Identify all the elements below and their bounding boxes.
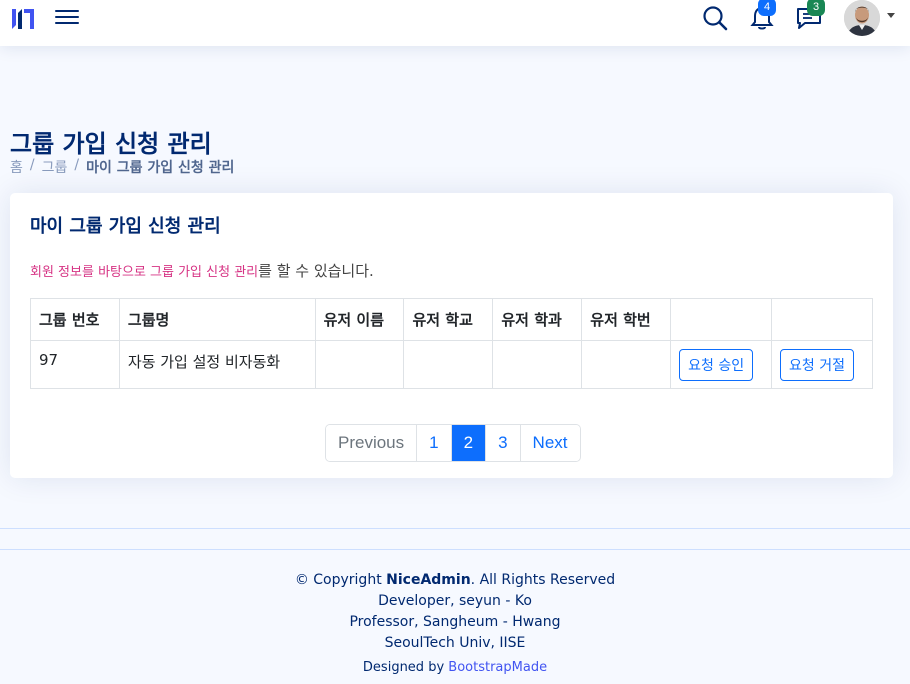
notifications-button[interactable]: 4	[748, 0, 776, 32]
cell-group-name: 자동 가입 설정 비자동화	[118, 340, 316, 389]
column-header-user-school: 유저 학교	[403, 298, 494, 341]
avatar[interactable]	[844, 0, 880, 36]
breadcrumb-home[interactable]: 홈	[10, 157, 23, 177]
menu-toggle-icon[interactable]	[55, 6, 79, 28]
bootstrapmade-link[interactable]: BootstrapMade	[448, 660, 547, 675]
breadcrumb: 홈 / 그룹 / 마이 그룹 가입 신청 관리	[10, 157, 234, 177]
cell-user-id	[581, 340, 672, 389]
card-description-highlight: 회원 정보를 바탕으로 그룹 가입 신청 관리	[30, 265, 259, 280]
notifications-badge: 4	[758, 0, 776, 16]
card-description-rest: 를 할 수 있습니다.	[258, 262, 374, 280]
column-header-user-major: 유저 학과	[492, 298, 583, 341]
messages-button[interactable]: 3	[795, 0, 825, 32]
footer: © Copyright NiceAdmin. All Rights Reserv…	[0, 549, 910, 684]
breadcrumb-current: 마이 그룹 가입 신청 관리	[86, 160, 235, 176]
logo-icon[interactable]	[10, 5, 36, 31]
profile-photo-icon	[844, 0, 880, 36]
approve-request-button[interactable]: 요청 승인	[679, 349, 754, 381]
breadcrumb-separator: /	[29, 157, 35, 173]
pagination-page-3[interactable]: 3	[485, 425, 520, 461]
breadcrumb-separator: /	[74, 157, 80, 173]
join-request-card: 마이 그룹 가입 신청 관리 회원 정보를 바탕으로 그룹 가입 신청 관리를 …	[10, 193, 893, 478]
column-header-user-name: 유저 이름	[314, 298, 405, 341]
copyright-prefix: © Copyright	[294, 572, 387, 588]
cell-group-no: 97	[30, 340, 120, 389]
pagination-next[interactable]: Next	[519, 425, 580, 461]
messages-badge: 3	[807, 0, 825, 16]
footer-copyright: © Copyright NiceAdmin. All Rights Reserv…	[0, 572, 910, 588]
column-header-group-no: 그룹 번호	[30, 298, 120, 341]
footer-professor: Professor, Sangheum - Hwang	[349, 614, 561, 630]
cell-user-name	[314, 340, 405, 389]
pagination: Previous 1 2 3 Next	[325, 424, 581, 462]
designed-by-prefix: Designed by	[362, 660, 449, 675]
footer-developer: Developer, seyun - Ko	[378, 593, 532, 609]
footer-brand: NiceAdmin	[386, 572, 471, 588]
pagination-page-1[interactable]: 1	[416, 425, 451, 461]
profile-dropdown-caret-icon[interactable]	[887, 13, 895, 18]
column-header-user-id: 유저 학번	[581, 298, 672, 341]
top-header: 4 3	[0, 0, 910, 46]
footer-credits: Designed by BootstrapMade	[0, 660, 910, 675]
footer-university: SeoulTech Univ, IISE	[384, 635, 526, 651]
column-header-group-name: 그룹명	[118, 298, 316, 341]
pagination-previous[interactable]: Previous	[326, 425, 417, 461]
copyright-suffix: . All Rights Reserved	[470, 572, 616, 588]
divider	[0, 528, 910, 529]
card-description: 회원 정보를 바탕으로 그룹 가입 신청 관리를 할 수 있습니다.	[30, 260, 374, 281]
cell-user-major	[492, 340, 583, 389]
breadcrumb-group[interactable]: 그룹	[42, 157, 68, 177]
search-icon[interactable]	[701, 4, 729, 32]
page-title: 그룹 가입 신청 관리	[10, 130, 212, 158]
cell-user-school	[403, 340, 494, 389]
column-header-approve	[670, 298, 773, 341]
pagination-page-2[interactable]: 2	[450, 425, 486, 461]
cell-reject: 요청 거절	[771, 340, 873, 389]
cell-approve: 요청 승인	[670, 340, 773, 389]
join-request-table: 그룹 번호 그룹명 유저 이름 유저 학교 유저 학과 유저 학번 97 자동 …	[30, 298, 873, 389]
card-title: 마이 그룹 가입 신청 관리	[30, 216, 221, 237]
column-header-reject	[771, 298, 873, 341]
table-header-row: 그룹 번호 그룹명 유저 이름 유저 학교 유저 학과 유저 학번	[30, 298, 873, 341]
table-row: 97 자동 가입 설정 비자동화 요청 승인 요청 거절	[30, 340, 873, 389]
reject-request-button[interactable]: 요청 거절	[780, 349, 855, 381]
